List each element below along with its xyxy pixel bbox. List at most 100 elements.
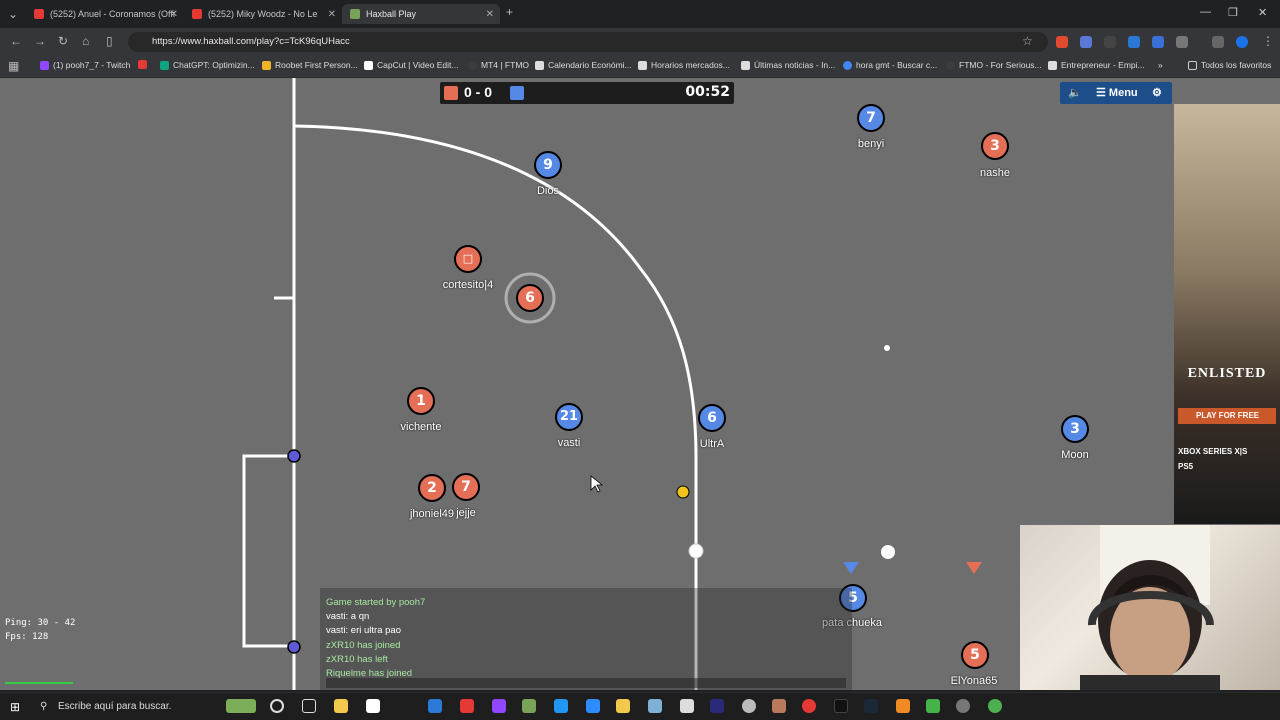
- ftmo-icon: [946, 60, 955, 70]
- bookmark-item[interactable]: Calendario Económi...: [535, 60, 632, 70]
- media-icon[interactable]: [1212, 36, 1224, 48]
- more-bookmarks-icon[interactable]: »: [1158, 60, 1163, 70]
- reload-icon[interactable]: ↻: [58, 34, 68, 48]
- bookmark-item[interactable]: Roobet First Person...: [262, 60, 358, 70]
- bookmark-item[interactable]: Últimas noticias - In...: [741, 60, 835, 70]
- extension-icon[interactable]: [1080, 36, 1092, 48]
- app-icon[interactable]: [648, 699, 662, 713]
- ad-play-button[interactable]: PLAY FOR FREE: [1178, 408, 1276, 424]
- cortana-icon[interactable]: [270, 699, 284, 713]
- mouse-cursor-icon: [590, 475, 604, 493]
- extension-icon[interactable]: [1152, 36, 1164, 48]
- chat-input[interactable]: [326, 678, 846, 688]
- tab-haxball[interactable]: Haxball Play ✕: [342, 4, 500, 24]
- bookmark-item[interactable]: Horarios mercados...: [638, 60, 730, 70]
- player-disc: 7: [452, 473, 480, 501]
- player-name: nashe: [980, 167, 1010, 179]
- extension-icon[interactable]: [1128, 36, 1140, 48]
- bookmark-item[interactable]: hora gmt - Buscar c...: [843, 60, 937, 70]
- extension-icon[interactable]: [1056, 36, 1068, 48]
- minecraft-icon[interactable]: [926, 699, 940, 713]
- bookmark-label: hora gmt - Buscar c...: [856, 60, 938, 70]
- zoom-icon[interactable]: [586, 699, 600, 713]
- bookmark-item[interactable]: CapCut | Video Edit...: [364, 60, 458, 70]
- bookmark-item[interactable]: Entrepreneur - Empi...: [1048, 60, 1145, 70]
- steam-icon[interactable]: [864, 699, 878, 713]
- tab-miky-woodz[interactable]: (5252) Miky Woodz - No Le ✕: [184, 4, 342, 24]
- investing-icon: [638, 60, 647, 70]
- bookmark-item[interactable]: MT4 | FTMO: [468, 60, 529, 70]
- player-disc: 5: [961, 641, 989, 669]
- red-arrow-marker: [966, 562, 982, 574]
- url-text: https://www.haxball.com/play?c=TcK96qUHa…: [152, 36, 350, 47]
- address-toolbar: ← → ↻ ⌂ ▯ https://www.haxball.com/play?c…: [0, 28, 1280, 56]
- capcut-icon[interactable]: [680, 699, 694, 713]
- app-icon[interactable]: [460, 699, 474, 713]
- bookmark-item[interactable]: FTMO - For Serious...: [946, 60, 1042, 70]
- chatgpt-icon: [160, 60, 169, 70]
- search-icon: ⚲: [40, 701, 48, 712]
- settings-gear-icon[interactable]: ⚙: [1152, 82, 1162, 104]
- tab-search-icon[interactable]: ⌄: [8, 7, 18, 21]
- tab-anuel[interactable]: (5252) Anuel - Coronamos (Offi ✕: [26, 4, 184, 24]
- forward-icon[interactable]: →: [34, 34, 46, 48]
- sidebar-icon[interactable]: ▯: [106, 34, 113, 48]
- bookmark-item[interactable]: [138, 60, 147, 69]
- profile-avatar[interactable]: [1236, 36, 1248, 48]
- ad-title: ENLISTED: [1187, 366, 1267, 381]
- bookmark-label: ChatGPT: Optimizin...: [173, 60, 255, 70]
- player-name: jejje: [456, 507, 476, 519]
- app-icon[interactable]: [554, 699, 568, 713]
- restore-icon[interactable]: ❐: [1228, 6, 1238, 19]
- app-icon[interactable]: [896, 699, 910, 713]
- haxball-game-area[interactable]: 0 - 0 00:52 🔈 ☰ Menu ⚙ 9 Dios 7 benyi 3 …: [0, 78, 1280, 690]
- small-disc: [884, 345, 890, 351]
- app-icon[interactable]: [522, 699, 536, 713]
- taskbar-search[interactable]: ⚲ Escribe aquí para buscar.: [34, 696, 214, 718]
- app-icon[interactable]: [772, 699, 786, 713]
- player-disc: 3: [981, 132, 1009, 160]
- all-bookmarks-button[interactable]: Todos los favoritos: [1188, 60, 1271, 70]
- bookmark-item[interactable]: (1) pooh7_7 - Twitch: [40, 60, 130, 70]
- task-view-icon[interactable]: [302, 699, 316, 713]
- app-icon[interactable]: [956, 699, 970, 713]
- minimize-icon[interactable]: —: [1200, 6, 1211, 18]
- extensions-puzzle-icon[interactable]: [1176, 36, 1188, 48]
- more-options-icon[interactable]: ⋮: [1262, 34, 1274, 48]
- close-window-icon[interactable]: ✕: [1258, 6, 1267, 19]
- close-tab-icon[interactable]: ✕: [486, 9, 494, 20]
- player-name: benyi: [857, 138, 885, 150]
- close-tab-icon[interactable]: ✕: [328, 9, 336, 20]
- bookmark-label: MT4 | FTMO: [481, 60, 530, 70]
- bookmark-star-icon[interactable]: ☆: [1022, 34, 1033, 48]
- sound-icon[interactable]: 🔈: [1068, 82, 1082, 104]
- menu-button[interactable]: ☰ Menu: [1096, 82, 1138, 104]
- home-icon[interactable]: ⌂: [82, 34, 89, 48]
- net-stats: Ping: 30 - 42 Fps: 128: [5, 616, 75, 644]
- url-field[interactable]: https://www.haxball.com/play?c=TcK96qUHa…: [128, 32, 1048, 52]
- windows-taskbar: ⊞ ⚲ Escribe aquí para buscar.: [0, 692, 1280, 720]
- ad-platform-xbox: XBOX SERIES X|S: [1178, 447, 1248, 456]
- app-icon[interactable]: [710, 699, 724, 713]
- file-explorer-icon[interactable]: [334, 699, 348, 713]
- twitch-icon[interactable]: [492, 699, 506, 713]
- close-tab-icon[interactable]: ✕: [170, 9, 178, 20]
- chrome-icon[interactable]: [988, 699, 1002, 713]
- bookmark-item[interactable]: ChatGPT: Optimizin...: [160, 60, 255, 70]
- windows-start-icon[interactable]: ⊞: [10, 700, 20, 714]
- capcut-icon: [364, 60, 373, 70]
- ball: [676, 485, 690, 499]
- back-icon[interactable]: ←: [10, 34, 22, 48]
- opera-icon[interactable]: [802, 699, 816, 713]
- settings-icon[interactable]: [742, 699, 756, 713]
- app-icon[interactable]: [616, 699, 630, 713]
- notepad-icon[interactable]: [366, 699, 380, 713]
- investing-icon: [741, 60, 750, 70]
- apps-grid-icon[interactable]: ▦: [8, 59, 19, 73]
- advertisement[interactable]: ENLISTED PLAY FOR FREE XBOX SERIES X|S P…: [1174, 104, 1280, 524]
- new-tab-button[interactable]: +: [506, 5, 513, 19]
- tiktok-icon[interactable]: [834, 699, 848, 713]
- app-icon[interactable]: [428, 699, 442, 713]
- extension-icon[interactable]: [1104, 36, 1116, 48]
- fps-readout: Fps: 128: [5, 632, 49, 642]
